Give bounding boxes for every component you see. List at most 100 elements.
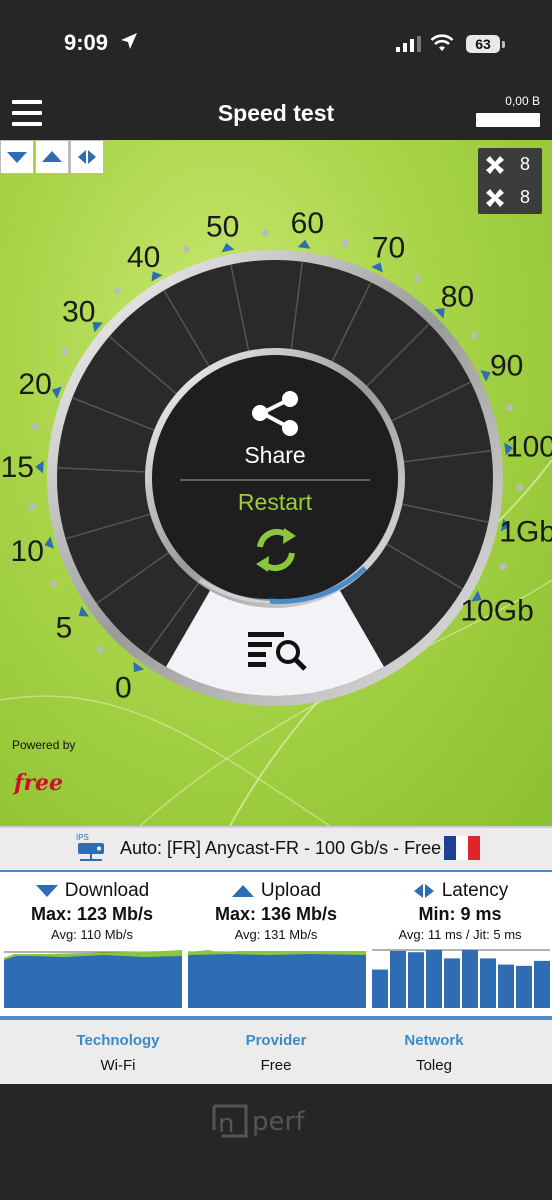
- gauge-scale-label: 50: [206, 210, 239, 243]
- test-type-filters: [0, 140, 105, 174]
- wifi-icon: [430, 34, 454, 51]
- status-time: 9:09: [64, 30, 109, 55]
- gauge-tick-dot: [506, 404, 514, 412]
- download-arrow-icon: [35, 885, 58, 897]
- network-value: Toleg: [416, 1057, 452, 1074]
- gauge-scale-label: 70: [372, 231, 405, 264]
- gauge-tick-dot: [183, 246, 191, 254]
- powered-by-label: Powered by: [12, 738, 76, 752]
- app-bar: Speed test 0,00 B: [0, 88, 552, 140]
- upload-result[interactable]: Upload Max: 136 Mb/s Avg: 131 Mb/s: [184, 872, 368, 1018]
- download-avg: Avg: 110 Mb/s: [51, 927, 133, 942]
- upload-arrow-icon: [42, 151, 62, 162]
- gauge-tick-dot: [28, 503, 36, 511]
- location-arrow-icon: [121, 33, 137, 49]
- download-result[interactable]: Download Max: 123 Mb/s Avg: 110 Mb/s: [0, 872, 184, 1018]
- upload-label: Upload: [260, 880, 322, 901]
- servers-count-b: 8: [520, 187, 531, 207]
- gauge-tick-marker: [297, 239, 311, 249]
- server-name: Auto: [FR] Anycast-FR - 100 Gb/s - Free: [120, 838, 442, 858]
- speed-gauge: Share Restart 0 5 10 15 20 30 40 50 60 70 80 90 100 1…: [0, 207, 552, 826]
- gauge-tick-marker: [78, 606, 89, 617]
- latency-arrows-icon: [413, 884, 434, 898]
- server-fan-icon: [486, 188, 504, 207]
- gauge-tick-dot: [261, 229, 269, 237]
- gauge-center: [152, 355, 398, 601]
- gauge-scale-label: 80: [441, 281, 474, 314]
- latency-bar: [426, 949, 442, 1008]
- gauge-scale-label: 5: [56, 611, 73, 644]
- data-balance: 0,00 B: [505, 94, 540, 108]
- footer: perf n: [0, 1084, 552, 1200]
- technology-info: Technology Wi-Fi: [26, 1032, 210, 1074]
- gauge-tick-dot: [516, 484, 524, 492]
- gauge-scale-label: 10: [11, 535, 44, 568]
- latency-result[interactable]: Latency Min: 9 ms Avg: 11 ms / Jit: 5 ms: [368, 872, 552, 1018]
- servers-panel[interactable]: 8 8: [478, 148, 542, 214]
- speed-gauge-area: Share Restart 0 5 10 15 20 30 40 50 60 70 80 90 100 1…: [0, 140, 552, 826]
- gauge-tick-dot: [96, 646, 104, 654]
- latency-bar: [462, 949, 478, 1008]
- gauge-scale-label: 10Gb: [460, 594, 533, 627]
- latency-bar: [498, 964, 514, 1008]
- gauge-tick-marker: [221, 242, 235, 253]
- gauge-tick-dot: [499, 562, 507, 570]
- latency-bar: [516, 965, 532, 1008]
- download-graph: [4, 950, 182, 1008]
- latency-bar: [408, 952, 424, 1008]
- servers-count-a: 8: [520, 154, 531, 174]
- gauge-scale-label: 15: [1, 451, 34, 484]
- server-fan-icon: [486, 155, 504, 174]
- gauge-tick-dot: [413, 275, 421, 283]
- latency-bar: [480, 958, 496, 1008]
- filter-download-button[interactable]: [0, 140, 34, 174]
- gauge-tick-dot: [31, 422, 39, 430]
- restart-label[interactable]: Restart: [238, 489, 313, 515]
- battery-tip: [502, 41, 505, 48]
- gauge-tick-dot: [113, 286, 121, 294]
- technology-value: Wi-Fi: [100, 1057, 136, 1074]
- upload-max: Max: 136 Mb/s: [214, 904, 338, 924]
- download-label: Download: [64, 880, 150, 901]
- france-flag-icon: [444, 836, 480, 860]
- download-arrow-icon: [7, 152, 27, 163]
- latency-avg-jitter: Avg: 11 ms / Jit: 5 ms: [398, 927, 522, 942]
- cellular-signal-icon: [396, 36, 421, 52]
- server-selector[interactable]: IPS Auto: [FR] Anycast-FR - 100 Gb/s - F…: [0, 826, 552, 872]
- technology-label: Technology: [76, 1032, 160, 1049]
- latency-bar: [444, 958, 460, 1008]
- upload-avg: Avg: 131 Mb/s: [234, 927, 318, 942]
- gauge-scale-label: 60: [291, 207, 324, 240]
- network-info: Network Toleg: [342, 1032, 526, 1074]
- latency-arrows-icon: [78, 150, 96, 164]
- provider-label: Provider: [245, 1032, 307, 1049]
- gauge-scale-label: 100: [506, 431, 552, 464]
- gauge-scale-label: 1Gb: [499, 515, 552, 548]
- server-icon: IPS: [76, 833, 104, 861]
- latency-bar: [390, 950, 406, 1008]
- latency-min: Min: 9 ms: [418, 904, 502, 924]
- nperf-logo-text: perf: [252, 1107, 305, 1137]
- nperf-logo-n: n: [218, 1109, 234, 1139]
- battery-level: 63: [466, 35, 500, 53]
- gauge-tick-marker: [51, 386, 62, 399]
- connection-info: Technology Wi-Fi Provider Free Network T…: [0, 1016, 552, 1084]
- gauge-tick-dot: [50, 580, 58, 588]
- status-bar: 9:09 63: [0, 0, 552, 88]
- upload-graph: [188, 950, 366, 1008]
- filter-latency-button[interactable]: [70, 140, 104, 174]
- gauge-scale-label: 20: [18, 368, 51, 401]
- data-balance-bar: [476, 113, 540, 127]
- filter-upload-button[interactable]: [35, 140, 69, 174]
- gauge-tick-dot: [341, 239, 349, 247]
- gauge-scale-label: 30: [62, 295, 95, 328]
- download-max: Max: 123 Mb/s: [30, 904, 154, 924]
- latency-bar: [372, 969, 388, 1008]
- gauge-tick-marker: [44, 536, 55, 549]
- latency-graph: [372, 949, 550, 1008]
- gauge-scale-label: 40: [127, 241, 160, 274]
- results-panel: Download Max: 123 Mb/s Avg: 110 Mb/s Upl…: [0, 870, 552, 1018]
- gauge-scale-label: 90: [490, 349, 523, 382]
- share-label[interactable]: Share: [244, 442, 305, 468]
- gauge-scale-label: 0: [115, 672, 132, 705]
